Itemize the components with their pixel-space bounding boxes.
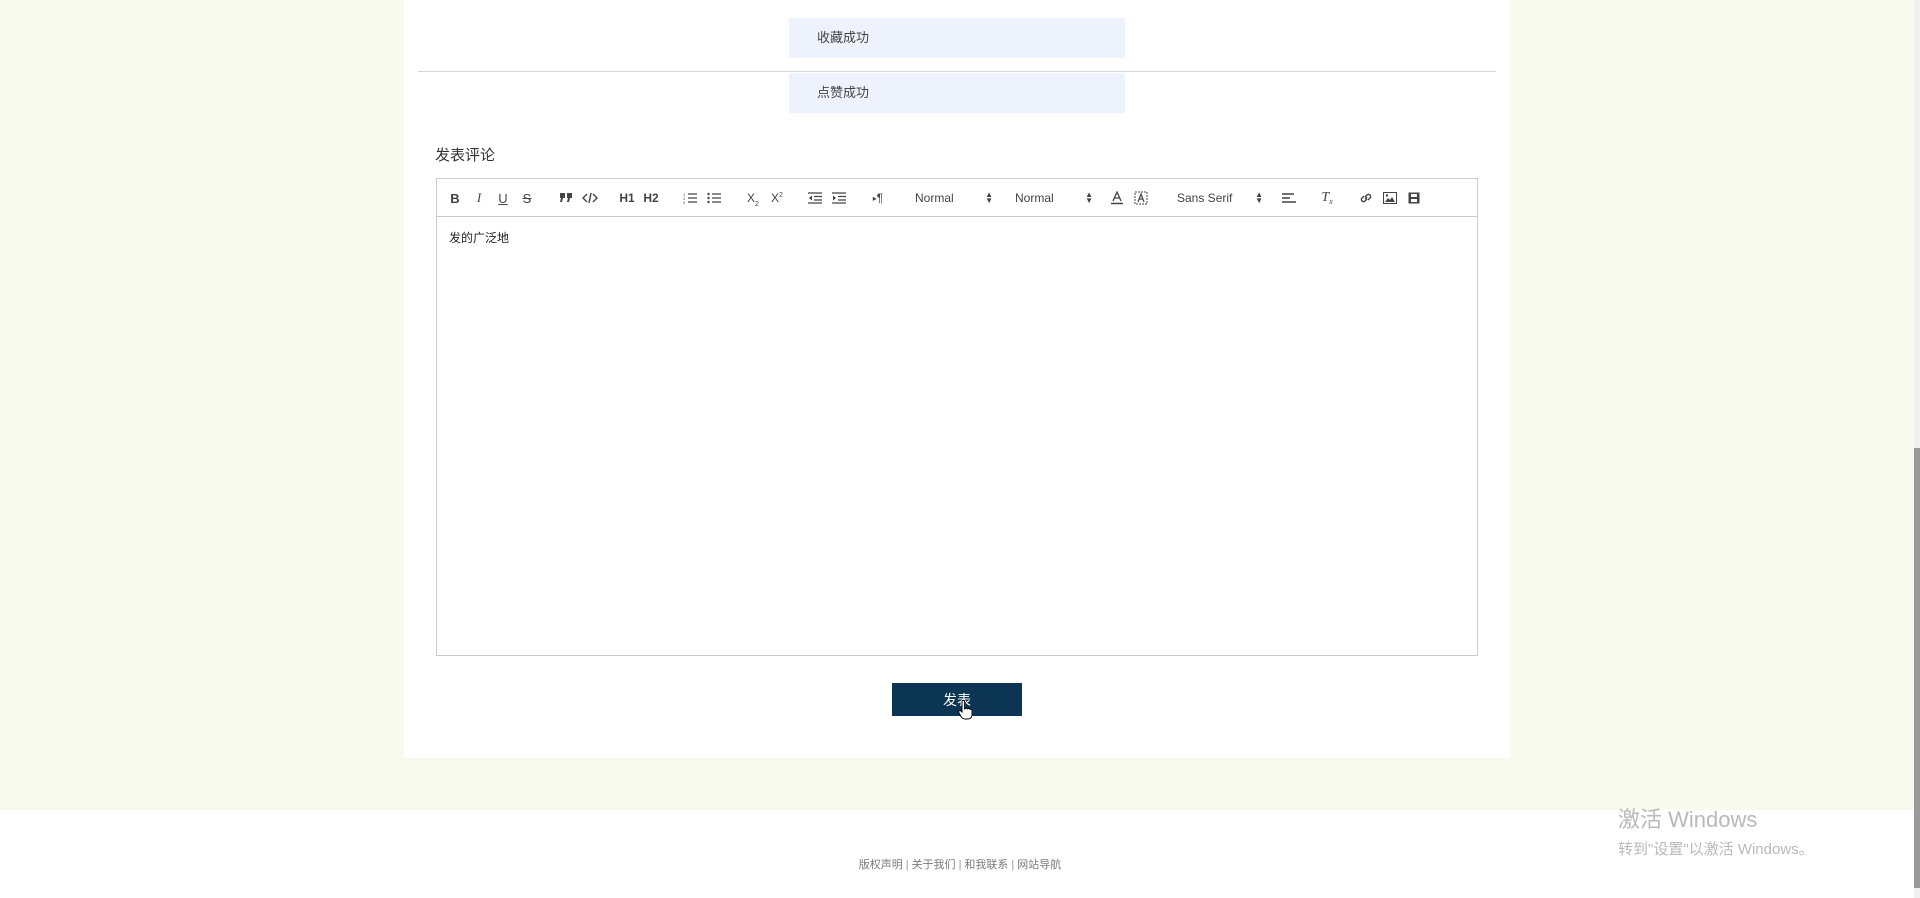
link-icon[interactable] [1356, 188, 1376, 208]
underline-icon[interactable]: U [493, 188, 513, 208]
italic-icon[interactable]: I [469, 188, 489, 208]
footer-link-copyright[interactable]: 版权声明 [859, 859, 903, 871]
footer-separator: | [905, 859, 909, 871]
footer-link-about[interactable]: 关于我们 [912, 859, 956, 871]
hand-cursor-icon [958, 699, 973, 720]
editor-text: 发的广泛地 [449, 231, 510, 245]
size-picker-1-label: Normal [915, 191, 954, 205]
page: 收藏成功 点赞成功 发表评论 B I U S H1 H2 123 X2 X2 ▸… [0, 0, 1920, 898]
header1-icon[interactable]: H1 [617, 188, 637, 208]
editor-content[interactable]: 发的广泛地 [437, 217, 1477, 258]
rtl-direction-icon[interactable]: ▸ ¶ [868, 188, 888, 208]
code-block-icon[interactable] [580, 188, 600, 208]
ordered-list-icon[interactable]: 123 [680, 188, 700, 208]
blockquote-icon[interactable] [556, 188, 576, 208]
bullet-list-icon[interactable] [704, 188, 724, 208]
content-card: 收藏成功 点赞成功 发表评论 B I U S H1 H2 123 X2 X2 ▸… [404, 0, 1510, 758]
image-icon[interactable] [1380, 188, 1400, 208]
size-picker-1[interactable]: Normal ▲ ▼ [915, 188, 993, 208]
video-icon[interactable] [1404, 188, 1424, 208]
font-picker[interactable]: Sans Serif ▲ ▼ [1177, 188, 1263, 208]
watermark-line2: 转到"设置"以激活 Windows。 [1618, 841, 1814, 858]
size-picker-2[interactable]: Normal ▲ ▼ [1015, 188, 1093, 208]
rich-text-editor: B I U S H1 H2 123 X2 X2 ▸ ¶ Normal ▲ ▼ N… [436, 178, 1478, 656]
clean-format-icon[interactable]: Tx [1317, 188, 1337, 208]
indent-decrease-icon[interactable] [805, 188, 825, 208]
windows-activation-watermark: 激活 Windows 转到"设置"以激活 Windows。 [1618, 802, 1814, 859]
background-icon[interactable] [1131, 188, 1151, 208]
size-picker-2-label: Normal [1015, 191, 1054, 205]
indent-increase-icon[interactable] [829, 188, 849, 208]
comment-section-title: 发表评论 [435, 147, 496, 164]
svg-text:3: 3 [683, 200, 686, 204]
footer-link-contact[interactable]: 和我联系 [964, 859, 1008, 871]
footer-link-nav[interactable]: 网站导航 [1017, 859, 1061, 871]
submit-comment-button[interactable]: 发表 [892, 683, 1022, 716]
font-picker-label: Sans Serif [1177, 191, 1233, 205]
color-icon[interactable] [1107, 188, 1127, 208]
footer-separator: | [1011, 859, 1015, 871]
chevron-updown-icon: ▲ ▼ [1255, 190, 1263, 205]
toast-like-success: 点赞成功 [789, 73, 1125, 113]
bold-icon[interactable]: B [445, 188, 465, 208]
strike-icon[interactable]: S [517, 188, 537, 208]
watermark-line1: 激活 Windows [1618, 807, 1758, 832]
editor-toolbar: B I U S H1 H2 123 X2 X2 ▸ ¶ Normal ▲ ▼ N… [437, 179, 1477, 217]
page-scrollbar[interactable] [1914, 0, 1920, 898]
align-icon[interactable] [1279, 188, 1299, 208]
divider [418, 71, 1496, 72]
subscript-icon[interactable]: X2 [743, 188, 763, 208]
toast-collect-success: 收藏成功 [789, 18, 1125, 58]
scrollbar-thumb[interactable] [1914, 448, 1920, 888]
chevron-updown-icon: ▲ ▼ [985, 190, 993, 205]
superscript-icon[interactable]: X2 [767, 188, 787, 208]
header2-icon[interactable]: H2 [641, 188, 661, 208]
chevron-updown-icon: ▲ ▼ [1085, 190, 1093, 205]
